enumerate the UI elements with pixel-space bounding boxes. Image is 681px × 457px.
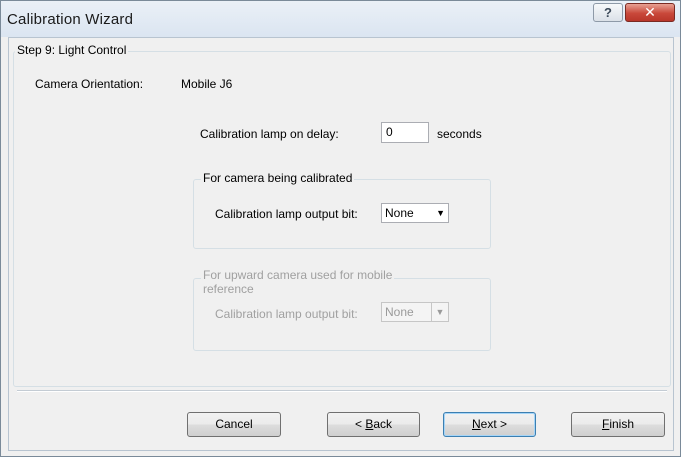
lamp-delay-input[interactable]: 0 xyxy=(381,122,429,143)
chevron-down-icon: ▼ xyxy=(436,208,445,218)
cancel-button[interactable]: Cancel xyxy=(187,412,281,437)
finish-button[interactable]: Finish xyxy=(571,412,665,437)
upward-camera-legend-line1: For upward camera used for mobile xyxy=(203,268,393,282)
finish-button-label: Finish xyxy=(601,417,635,431)
cancel-button-label: Cancel xyxy=(215,417,253,431)
window-title: Calibration Wizard xyxy=(7,11,134,28)
close-button[interactable]: ✕ xyxy=(625,3,675,22)
lamp-delay-unit: seconds xyxy=(437,127,482,141)
calibration-wizard-window: Calibration Wizard ? ✕ Step 9: Light Con… xyxy=(0,0,681,457)
calibrated-output-bit-select[interactable]: None ▼ xyxy=(381,203,449,223)
back-button-label: < Back xyxy=(354,417,393,431)
help-icon: ? xyxy=(604,5,612,20)
back-button[interactable]: < Back xyxy=(327,412,420,437)
upward-output-bit-label: Calibration lamp output bit: xyxy=(215,307,358,321)
lamp-delay-label: Calibration lamp on delay: xyxy=(200,127,339,141)
chevron-down-icon: ▼ xyxy=(431,303,448,321)
wizard-client-area: Step 9: Light Control Camera Orientation… xyxy=(8,37,674,451)
camera-orientation-value: Mobile J6 xyxy=(181,77,233,91)
upward-camera-legend: For upward camera used for mobile refere… xyxy=(201,268,395,296)
step-legend: Step 9: Light Control xyxy=(15,43,129,57)
help-button[interactable]: ? xyxy=(593,3,623,22)
camera-orientation-label: Camera Orientation: xyxy=(35,77,144,91)
title-bar[interactable]: Calibration Wizard ? ✕ xyxy=(1,1,680,37)
lamp-delay-value: 0 xyxy=(386,125,393,139)
calibrated-output-bit-value: None xyxy=(385,206,414,220)
next-button[interactable]: Next > xyxy=(443,412,536,437)
upward-output-bit-select[interactable]: None ▼ xyxy=(381,302,449,322)
button-separator xyxy=(17,390,667,392)
next-button-label: Next > xyxy=(471,417,508,431)
close-icon: ✕ xyxy=(644,4,656,20)
calibrated-camera-legend: For camera being calibrated xyxy=(201,171,355,185)
upward-output-bit-value: None xyxy=(385,305,414,319)
upward-camera-legend-line2: reference xyxy=(203,282,254,296)
calibrated-output-bit-label: Calibration lamp output bit: xyxy=(215,207,358,221)
